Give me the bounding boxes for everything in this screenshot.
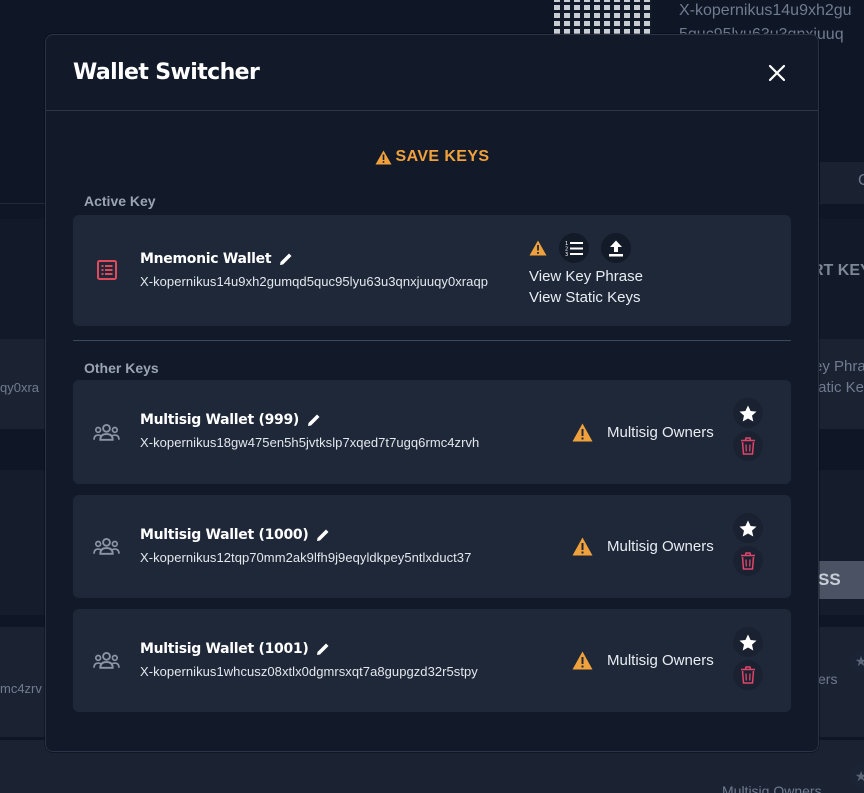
multisig-owners-label: Multisig Owners xyxy=(607,652,714,669)
active-wallet-info: Mnemonic Wallet X-kopernikus14u9xh2gumqd… xyxy=(140,251,488,289)
wallet-name-row: Mnemonic Wallet xyxy=(140,251,488,267)
close-button[interactable] xyxy=(764,60,790,86)
save-keys-button[interactable]: SAVE KEYS xyxy=(73,148,791,166)
bg-qr-code xyxy=(554,0,652,34)
multisig-owners-link[interactable]: Multisig Owners xyxy=(572,495,714,598)
wallet-address: X-kopernikus18gw475en5h5jvtkslp7xqed7t7u… xyxy=(140,435,480,450)
wallet-switcher-modal: Wallet Switcher SAVE KEYS Active Key Mne… xyxy=(45,34,819,752)
wallet-name: Multisig Wallet (1000) xyxy=(140,527,309,543)
edit-pencil-icon[interactable] xyxy=(307,413,321,427)
edit-pencil-icon[interactable] xyxy=(316,528,330,542)
bg-address-line1: X-kopernikus14u9xh2gu xyxy=(679,2,852,19)
multisig-owners-link[interactable]: Multisig Owners xyxy=(572,380,714,484)
wallet-name-row: Multisig Wallet (999) xyxy=(140,412,479,428)
multisig-group-icon xyxy=(93,651,120,669)
trash-icon xyxy=(741,666,755,684)
select-wallet-button[interactable] xyxy=(733,627,763,657)
wallet-address: X-kopernikus12tqp70mm2ak9lfh9j9eqyldkpey… xyxy=(140,550,472,565)
edit-pencil-icon[interactable] xyxy=(316,642,330,656)
wallet-side-buttons xyxy=(733,398,763,461)
active-key-label: Active Key xyxy=(84,193,156,209)
section-divider xyxy=(73,340,791,341)
save-keys-label: SAVE KEYS xyxy=(395,148,490,165)
wallet-info: Multisig Wallet (1001) X-kopernikus1whcu… xyxy=(140,641,478,679)
modal-body: SAVE KEYS Active Key Mnemonic Wallet X-k… xyxy=(46,148,818,712)
bg-addr-fragment2: mc4zrv xyxy=(0,681,42,696)
warning-icon xyxy=(572,423,593,441)
edit-pencil-icon[interactable] xyxy=(279,252,293,266)
star-icon xyxy=(739,634,757,650)
wallet-address: X-kopernikus1whcusz08xtlx0dgmrsxqt7a8gup… xyxy=(140,664,478,679)
view-static-keys-link[interactable]: View Static Keys xyxy=(529,287,643,308)
active-wallet-card[interactable]: Mnemonic Wallet X-kopernikus14u9xh2gumqd… xyxy=(73,215,791,326)
delete-wallet-button[interactable] xyxy=(733,660,763,690)
star-icon xyxy=(739,520,757,536)
wallet-address: X-kopernikus14u9xh2gumqd5quc95lyu63u3qnx… xyxy=(140,274,489,289)
wallet-name: Multisig Wallet (999) xyxy=(140,412,299,428)
multisig-group-icon xyxy=(93,537,120,555)
bg-c-fragment: C xyxy=(858,172,864,189)
upload-icon xyxy=(609,240,623,256)
bg-owners-fragment: ers xyxy=(818,671,838,687)
wallet-name-row: Multisig Wallet (1001) xyxy=(140,641,478,657)
bg-owners-full: Multisig Owners xyxy=(722,783,822,793)
multisig-group-icon xyxy=(93,423,120,441)
bg-static-fragment: tatic Ke xyxy=(814,379,864,396)
warning-icon xyxy=(572,651,593,670)
select-wallet-button[interactable] xyxy=(733,513,763,543)
delete-wallet-button[interactable] xyxy=(733,431,763,461)
trash-icon xyxy=(741,552,755,570)
multisig-owners-label: Multisig Owners xyxy=(607,538,714,555)
warning-icon xyxy=(572,537,593,556)
multisig-owners-link[interactable]: Multisig Owners xyxy=(572,609,714,712)
other-keys-label: Other Keys xyxy=(84,360,159,376)
wallet-side-buttons xyxy=(733,513,763,576)
wallet-side-buttons xyxy=(733,627,763,690)
select-wallet-button[interactable] xyxy=(733,398,763,428)
mnemonic-list-icon xyxy=(97,260,117,280)
wallet-name-row: Multisig Wallet (1000) xyxy=(140,527,471,543)
other-wallets-list: Multisig Wallet (999) X-kopernikus18gw47… xyxy=(73,380,791,712)
svg-text:3: 3 xyxy=(565,252,568,256)
multisig-owners-label: Multisig Owners xyxy=(607,423,714,441)
wallet-name: Mnemonic Wallet xyxy=(140,251,272,267)
bg-phrase-fragment: ey Phra xyxy=(814,358,864,375)
action-icons: 1 2 3 xyxy=(529,233,643,263)
bg-addr-fragment1: qy0xra xyxy=(0,380,40,395)
export-key-button[interactable] xyxy=(601,233,631,263)
wallet-info: Multisig Wallet (1000) X-kopernikus12tqp… xyxy=(140,527,471,565)
delete-wallet-button[interactable] xyxy=(733,546,763,576)
wallet-card[interactable]: Multisig Wallet (1000) X-kopernikus12tqp… xyxy=(73,495,791,598)
close-icon xyxy=(768,64,786,81)
view-links: View Key Phrase View Static Keys xyxy=(529,266,643,308)
wallet-info: Multisig Wallet (999) X-kopernikus18gw47… xyxy=(140,412,479,450)
wallet-name: Multisig Wallet (1001) xyxy=(140,641,309,657)
wallet-card[interactable]: Multisig Wallet (1001) X-kopernikus1whcu… xyxy=(73,609,791,712)
modal-header: Wallet Switcher xyxy=(46,35,818,111)
wallet-card[interactable]: Multisig Wallet (999) X-kopernikus18gw47… xyxy=(73,380,791,484)
warning-icon xyxy=(375,150,391,164)
active-wallet-actions: 1 2 3 View Key Phrase View Static Keys xyxy=(529,233,643,308)
view-key-phrase-link[interactable]: View Key Phrase xyxy=(529,266,643,287)
star-icon xyxy=(739,405,757,421)
modal-title: Wallet Switcher xyxy=(73,60,260,85)
warning-icon[interactable] xyxy=(529,240,547,256)
trash-icon xyxy=(741,437,755,455)
view-key-phrase-button[interactable]: 1 2 3 xyxy=(559,233,589,263)
numbered-list-icon: 1 2 3 xyxy=(565,241,583,256)
bg-export-key: RT KEY xyxy=(812,262,864,279)
